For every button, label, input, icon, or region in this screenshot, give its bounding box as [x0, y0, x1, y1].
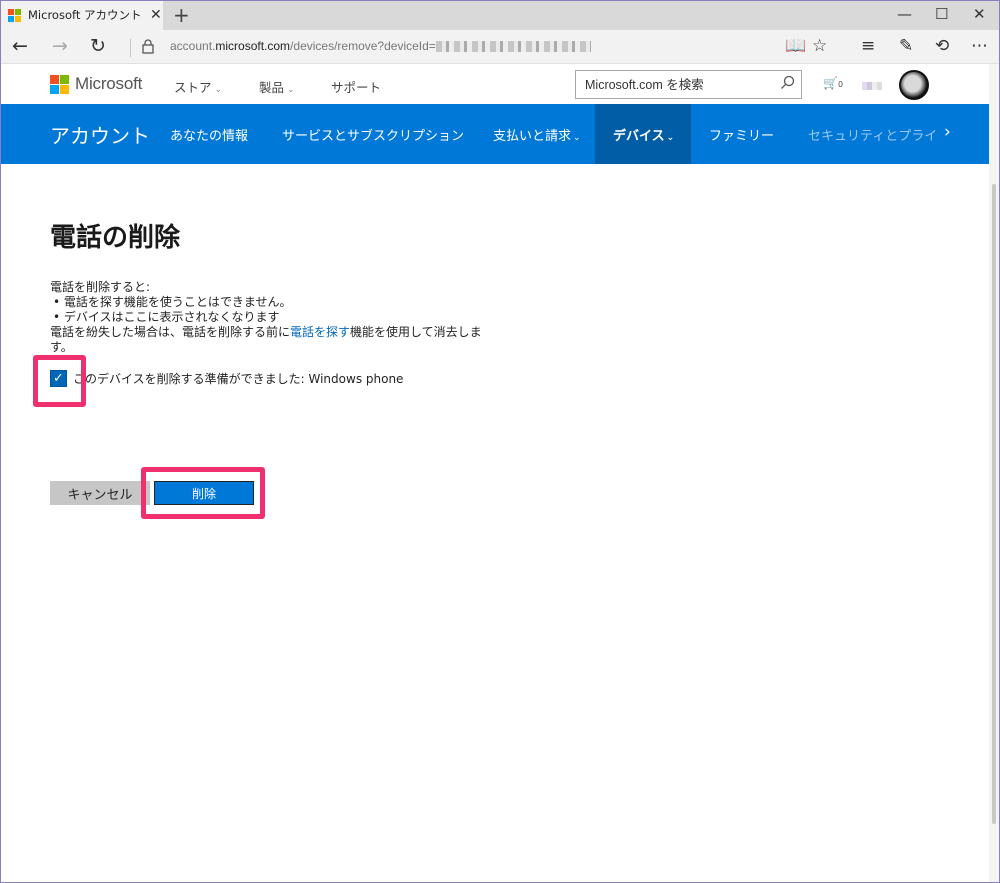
url-redacted: [435, 41, 591, 53]
nav-more-icon[interactable]: ›: [944, 122, 951, 142]
forward-icon[interactable]: →: [52, 35, 68, 57]
microsoft-logo-icon: [8, 8, 21, 22]
desc-intro: 電話を削除すると:: [50, 280, 151, 294]
lock-icon: [142, 39, 154, 54]
cancel-button[interactable]: キャンセル: [50, 481, 150, 505]
minimize-icon[interactable]: —: [897, 5, 912, 23]
nav-item-devices-label: デバイス: [613, 129, 665, 144]
brand-name: Microsoft: [75, 74, 143, 93]
search-box: [575, 70, 802, 99]
chevron-down-icon: ⌄: [573, 133, 581, 143]
url-field[interactable]: account.microsoft.com/devices/remove?dev…: [170, 39, 591, 53]
scroll-thumb[interactable]: [992, 184, 996, 824]
nav-item-devices[interactable]: デバイス ⌄: [613, 125, 674, 144]
topnav-support-label: サポート: [331, 80, 382, 95]
desc-bullet: • 電話を探す機能を使うことはできません。: [53, 295, 292, 309]
reading-view-icon[interactable]: 📖: [785, 36, 806, 56]
nav-item-billing[interactable]: 支払いと請求 ⌄: [493, 125, 581, 144]
topnav-store-label: ストア: [174, 80, 212, 95]
microsoft-header: Microsoft ストア⌄ 製品⌄ サポート 🛒0: [0, 64, 1000, 104]
tab-title: Microsoft アカウント | デバ: [28, 8, 146, 22]
microsoft-logo-icon: [50, 74, 69, 94]
chevron-down-icon: ⌄: [214, 85, 223, 95]
remove-description: 電話を削除すると: • 電話を探す機能を使うことはできません。 • デバイスはこ…: [50, 280, 490, 355]
topnav-products-label: 製品: [259, 80, 285, 95]
desc-lost-phone: 電話を紛失した場合は、電話を削除する前に電話を探す機能を使用して消去します。: [50, 325, 490, 355]
address-bar: ← → ↻ account.microsoft.com/devices/remo…: [0, 30, 1000, 64]
avatar[interactable]: [899, 70, 929, 100]
favorite-star-icon[interactable]: ☆: [812, 36, 827, 56]
microsoft-brand-link[interactable]: Microsoft: [50, 74, 142, 94]
more-icon[interactable]: ⋯: [971, 36, 988, 56]
hub-icon[interactable]: ≡: [861, 36, 875, 56]
page-title: 電話の削除: [50, 223, 181, 253]
topnav-support[interactable]: サポート: [331, 77, 381, 96]
cart-icon: 🛒: [823, 76, 838, 90]
nav-item-security[interactable]: セキュリティとプライ...: [808, 125, 936, 144]
scrollbar[interactable]: [989, 64, 999, 882]
confirm-row: ✓ このデバイスを削除する準備ができました: Windows phone: [50, 370, 403, 387]
browser-tab[interactable]: Microsoft アカウント | デバ ✕: [0, 0, 163, 30]
topnav-store[interactable]: ストア ⌄: [174, 77, 222, 96]
tab-bar: Microsoft アカウント | デバ ✕ + — ☐ ✕: [0, 0, 1000, 30]
share-icon[interactable]: ⟲: [935, 36, 949, 56]
toolbar-divider: [130, 39, 131, 57]
topnav-products[interactable]: 製品 ⌄: [259, 77, 295, 96]
cart-count: 0: [837, 80, 844, 89]
refresh-icon[interactable]: ↻: [90, 35, 106, 57]
desc-bullet: • デバイスはここに表示されなくなります: [53, 310, 280, 324]
url-domain: microsoft.com: [215, 39, 291, 53]
back-icon[interactable]: ←: [12, 35, 28, 57]
nav-item-services[interactable]: サービスとサブスクリプション: [282, 125, 464, 144]
chevron-down-icon: ⌄: [287, 85, 295, 95]
find-phone-link[interactable]: 電話を探す: [290, 325, 350, 339]
search-input[interactable]: [576, 71, 766, 98]
confirm-checkbox[interactable]: ✓: [50, 370, 67, 387]
web-note-icon[interactable]: ✎: [899, 36, 913, 56]
confirm-checkbox-label[interactable]: このデバイスを削除する準備ができました: Windows phone: [73, 370, 403, 387]
maximize-icon[interactable]: ☐: [935, 5, 948, 23]
nav-item-family[interactable]: ファミリー: [709, 125, 774, 144]
chevron-down-icon: ⌄: [666, 133, 675, 143]
desc-text: 電話を紛失した場合は、電話を削除する前に: [50, 325, 291, 339]
url-prefix: account.: [170, 39, 216, 53]
delete-button[interactable]: 削除: [154, 481, 254, 505]
nav-item-your-info[interactable]: あなたの情報: [170, 125, 248, 144]
account-nav: アカウント あなたの情報 サービスとサブスクリプション 支払いと請求 ⌄ デバイス…: [0, 104, 989, 164]
tab-close-icon[interactable]: ✕: [150, 7, 162, 23]
window-close-icon[interactable]: ✕: [973, 5, 986, 23]
new-tab-icon[interactable]: +: [173, 3, 190, 27]
url-path: /devices/remove?deviceId=: [290, 39, 436, 53]
cart-button[interactable]: 🛒0: [823, 76, 843, 90]
nav-item-billing-label: 支払いと請求: [493, 129, 572, 144]
account-title[interactable]: アカウント: [50, 120, 150, 149]
user-name-redacted: [862, 82, 882, 90]
search-icon[interactable]: [780, 75, 795, 90]
